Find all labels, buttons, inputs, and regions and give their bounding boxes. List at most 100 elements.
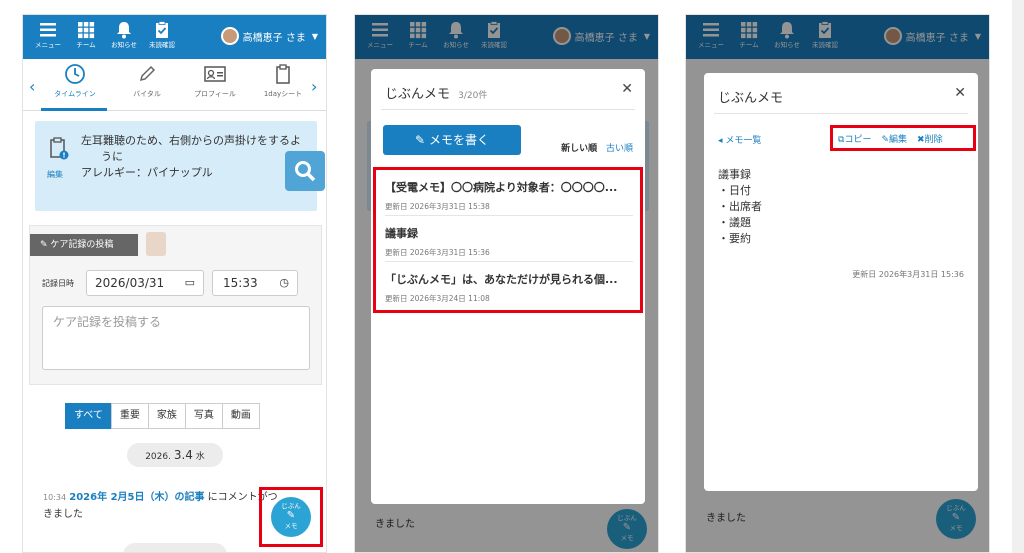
modal-title: じぶんメモ: [718, 87, 783, 106]
close-icon[interactable]: ✕: [621, 81, 633, 97]
menu-label: メニュー: [35, 41, 61, 49]
memo-body-line: ・出席者: [718, 200, 762, 213]
notice-label: お知らせ: [111, 41, 137, 49]
clipboard-alert-icon: [50, 137, 69, 160]
staff-avatar: [146, 232, 166, 256]
memo-body-line: ・日付: [718, 184, 751, 197]
id-card-icon: [204, 66, 226, 82]
back-label: メモ一覧: [725, 136, 762, 146]
tab-profile-label: プロフィール: [194, 90, 236, 98]
page-scrollbar[interactable]: [1012, 0, 1024, 553]
top-bar: メニュー チーム お知らせ 未読確認 高橋恵子 さま ▼: [23, 15, 326, 59]
notice-button[interactable]: お知らせ: [107, 21, 141, 49]
sort-newest[interactable]: 新しい順: [561, 144, 597, 154]
unread-label: 未読確認: [149, 41, 175, 49]
back-to-list-link[interactable]: ◂ メモ一覧: [718, 133, 761, 146]
post-link[interactable]: 2026年 2月5日（木）の記事: [69, 492, 204, 503]
notice-edit-link[interactable]: 編集: [47, 169, 63, 180]
care-post-button[interactable]: ✎ ケア記録の投稿: [30, 234, 138, 256]
timeline-date-pill: 2026. 3.4 水: [127, 443, 223, 467]
memo-body-line: ・要約: [718, 232, 751, 245]
pencil-icon: [139, 65, 156, 82]
record-date-input[interactable]: 2026/03/31 ▭: [86, 270, 204, 296]
tab-dayseat-label: 1dayシート: [263, 90, 303, 98]
clock-icon: ◷: [279, 276, 289, 289]
write-memo-button[interactable]: ✎ メモを書く: [383, 125, 521, 155]
highlight-box: [259, 487, 323, 547]
edit-icon: ✎: [40, 240, 48, 250]
filter-video[interactable]: 動画: [221, 403, 260, 429]
record-time-value: 15:33: [223, 276, 258, 290]
active-tab-indicator: [41, 108, 107, 111]
date-prefix: 2026.: [145, 452, 171, 462]
tab-timeline-label: タイムライン: [54, 90, 96, 98]
sort-oldest[interactable]: 古い順: [606, 144, 633, 154]
divider: [381, 109, 635, 110]
clock-icon: [65, 64, 85, 84]
memo-updated-date: 更新日 2026年3月31日 15:36: [852, 270, 964, 279]
clipboard-check-icon: [156, 21, 168, 38]
modal-title-text: じぶんメモ: [718, 91, 784, 106]
pencil-icon: ✎: [415, 133, 426, 147]
grid-icon: [78, 22, 95, 39]
user-menu[interactable]: 高橋恵子 さま ▼: [220, 27, 318, 45]
notice-text: 左耳難聴のため、右側からの声掛けをするよ うに アレルギー：パイナップル: [81, 133, 311, 181]
tab-vital[interactable]: バイタル: [117, 63, 177, 99]
user-name: 高橋恵子 さま: [242, 32, 306, 44]
calendar-icon: ▭: [184, 276, 195, 289]
notice-line: アレルギー：パイナップル: [81, 166, 213, 179]
chevron-left-icon[interactable]: ‹: [29, 77, 35, 96]
caret-left-icon: ◂: [718, 136, 723, 146]
filter-group: すべて 重要 家族 写真 動画: [65, 403, 260, 429]
notice-line: 左耳難聴のため、右側からの声掛けをするよ: [81, 134, 301, 147]
phone-memo-detail: メニュー チーム お知らせ 未読確認 高橋恵子 さま ▼ きました じぶん ✎ …: [685, 14, 990, 553]
notice-line: うに: [101, 150, 123, 163]
close-icon[interactable]: ✕: [954, 85, 966, 101]
memo-count: 3/20件: [458, 91, 488, 101]
bell-icon: [117, 22, 131, 39]
hamburger-icon: [40, 23, 56, 37]
care-record-textarea[interactable]: ケア記録を投稿する: [42, 306, 310, 370]
unread-button[interactable]: 未読確認: [145, 21, 179, 49]
team-label: チーム: [76, 41, 96, 49]
tab-vital-label: バイタル: [133, 90, 161, 98]
memo-detail-modal: じぶんメモ ✕ ◂ メモ一覧 ⧉コピー ✎編集 ✖削除 議事録 ・日付 ・出席者…: [704, 73, 978, 491]
care-post-label: ケア記録の投稿: [50, 240, 114, 250]
avatar: [220, 27, 239, 45]
highlight-box: [830, 125, 976, 151]
post-time: 10:34: [43, 493, 67, 502]
chevron-right-icon[interactable]: ›: [311, 77, 317, 96]
memo-body: 議事録 ・日付 ・出席者 ・議題 ・要約: [718, 167, 762, 247]
notice-panel: 編集 左耳難聴のため、右側からの声掛けをするよ うに アレルギー：パイナップル: [35, 121, 317, 211]
filter-all[interactable]: すべて: [65, 403, 112, 429]
team-button[interactable]: チーム: [69, 21, 103, 49]
memo-body-line: 議事録: [718, 168, 751, 181]
record-time-input[interactable]: 15:33 ◷: [212, 270, 298, 296]
record-date-value: 2026/03/31: [95, 276, 165, 290]
filter-family[interactable]: 家族: [147, 403, 186, 429]
care-record-panel: ✎ ケア記録の投稿 記録日時 2026/03/31 ▭ 15:33 ◷ ケア記録…: [29, 225, 322, 385]
clipboard-icon: [276, 64, 290, 84]
write-memo-label: メモを書く: [428, 133, 489, 147]
memo-list-modal: じぶんメモ 3/20件 ✕ ✎ メモを書く 新しい順 古い順 【受電メモ】〇〇病…: [371, 69, 645, 504]
tab-timeline[interactable]: タイムライン: [45, 63, 105, 99]
phone-timeline: メニュー チーム お知らせ 未読確認 高橋恵子 さま ▼ ‹ タイムライン バイ…: [22, 14, 327, 553]
highlight-box: [373, 167, 643, 313]
tab-profile[interactable]: プロフィール: [185, 63, 245, 99]
phone-memo-list: メニュー チーム お知らせ 未読確認 高橋恵子 さま ▼ きました じぶん ✎ …: [354, 14, 659, 553]
date-weekday: 水: [195, 452, 205, 462]
modal-title-text: じぶんメモ: [385, 87, 451, 102]
menu-button[interactable]: メニュー: [31, 21, 65, 49]
tab-dayseat[interactable]: 1dayシート: [253, 63, 313, 99]
tab-bar: ‹ タイムライン バイタル プロフィール 1dayシート ›: [23, 59, 326, 111]
search-button[interactable]: [285, 151, 325, 191]
caret-down-icon: ▼: [311, 31, 318, 41]
filter-photo[interactable]: 写真: [184, 403, 223, 429]
sort-options: 新しい順 古い順: [561, 141, 633, 154]
memo-body-line: ・議題: [718, 216, 751, 229]
search-icon: [295, 161, 316, 182]
post-text: きました: [43, 509, 83, 520]
timeline-date-pill: [123, 543, 227, 552]
divider: [714, 113, 968, 114]
filter-important[interactable]: 重要: [110, 403, 149, 429]
